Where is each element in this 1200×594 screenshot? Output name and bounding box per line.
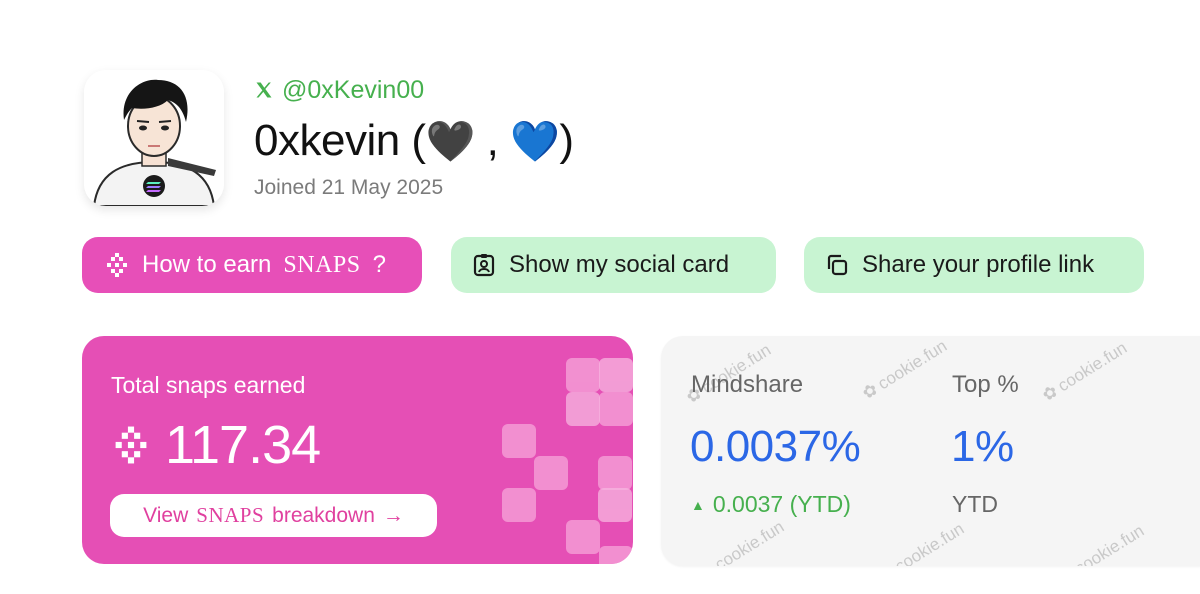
black-heart-icon: 🖤 [425,120,476,164]
cookie-watermark: cookie.fun [1072,521,1148,566]
mindshare-card: ✿ cookie.fun ✿ cookie.fun ✿ cookie.fun cook… [661,336,1200,566]
mindshare-delta: ▲ 0.0037 (YTD) [691,491,851,518]
total-snaps-label: Total snaps earned [111,372,306,398]
avatar [84,70,224,206]
display-name-separator: , [486,116,499,165]
cookie-watermark-text: cookie.fun [711,516,788,566]
share-profile-link-button[interactable]: Share your profile link [804,237,1144,293]
breakdown-snaps-word: SNAPS [196,503,265,527]
breakdown-prefix: View [143,503,189,527]
joined-date: Joined 21 May 2025 [254,176,444,199]
display-name-open-paren: ( [411,116,426,165]
arrow-right-icon: → [382,503,404,527]
top-percent-label: Top % [952,371,1019,398]
how-to-earn-prefix: How to earn [142,251,272,278]
breakdown-suffix: breakdown [272,503,375,527]
top-percent-value: 1% [951,422,1014,471]
mindshare-value: 0.0037% [690,422,861,471]
snaps-icon [115,426,147,464]
mindshare-label: Mindshare [691,371,804,398]
total-snaps-row: 117.34 [111,414,321,476]
avatar-illustration [84,70,224,206]
cookie-watermark: cookie.fun [892,519,968,566]
cookie-watermark: ✿ cookie.fun [859,336,951,404]
triangle-up-icon: ▲ [691,496,705,513]
cookie-watermark-text: cookie.fun [1071,520,1148,566]
total-snaps-card: Total snaps earned 117.34 View SNAPS bre… [82,336,633,564]
how-to-earn-suffix: ? [372,251,386,278]
show-social-card-button[interactable]: Show my social card [451,237,776,293]
display-name-text: 0xkevin [254,116,400,165]
x-logo-icon [256,82,272,98]
snaps-icon [107,253,127,277]
x-handle[interactable]: @0xKevin00 [254,74,424,106]
profile-page: @0xKevin00 0xkevin (🖤 , 💙) Joined 21 May… [0,0,1200,594]
top-percent-period: YTD [952,491,998,517]
display-name: 0xkevin (🖤 , 💙) [254,116,574,166]
copy-icon [827,254,848,276]
cookie-watermark-text: cookie.fun [891,518,968,566]
cookie-watermark-text: cookie.fun [1054,338,1131,396]
cookie-watermark-text: cookie.fun [874,336,951,394]
how-to-earn-snaps-button[interactable]: How to earn SNAPS ? [82,237,422,293]
blue-heart-icon: 💙 [510,120,560,164]
total-snaps-value: 117.34 [165,415,321,475]
mindshare-delta-value: 0.0037 (YTD) [712,491,851,517]
show-social-card-label: Show my social card [509,251,730,278]
cookie-watermark: ✿ cookie.fun [1039,338,1131,406]
share-profile-link-label: Share your profile link [862,251,1095,278]
view-snaps-breakdown-button[interactable]: View SNAPS breakdown → [110,494,437,537]
id-badge-icon [473,254,495,277]
display-name-close-paren: ) [559,116,574,165]
handle-text: @0xKevin00 [282,75,425,104]
cookie-watermark: cookie.fun [712,517,788,566]
how-to-earn-snaps-word: SNAPS [283,251,361,278]
